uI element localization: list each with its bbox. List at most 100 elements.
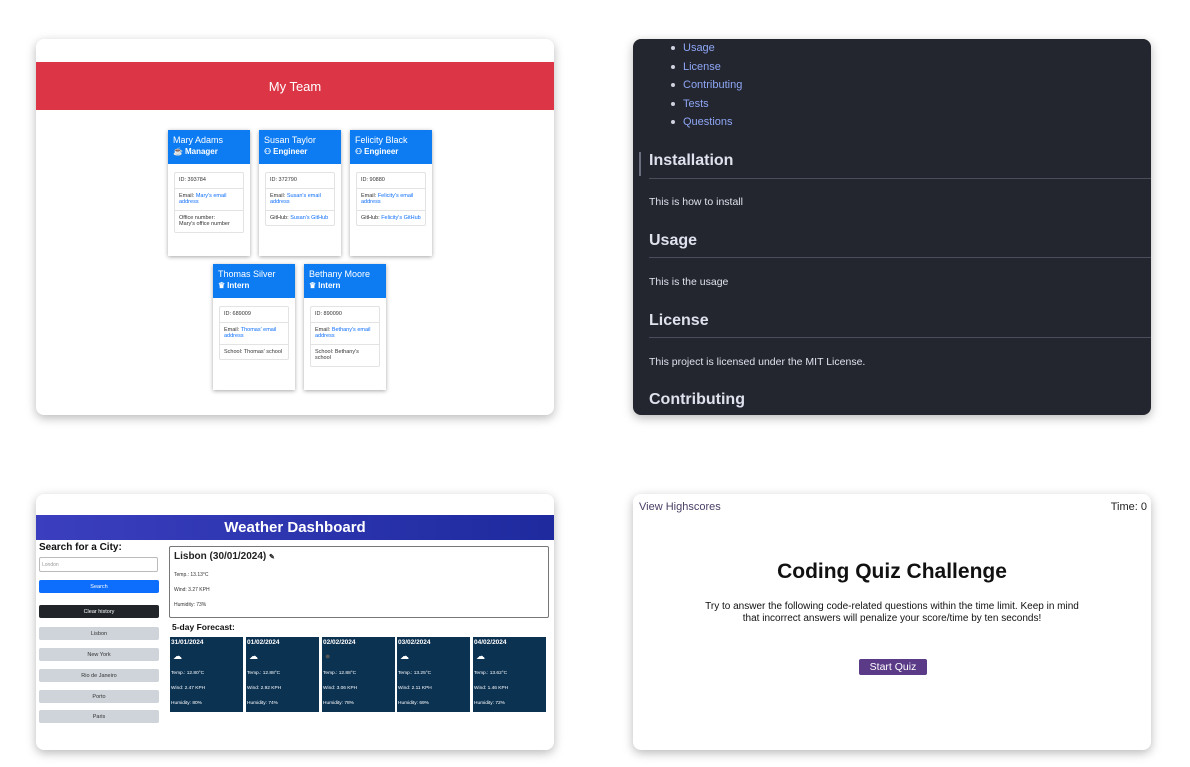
view-highscores-link[interactable]: View Highscores bbox=[639, 501, 721, 513]
forecast-temp: Temp.: 12.80°C bbox=[171, 671, 205, 676]
team-title: My Team bbox=[268, 78, 322, 94]
quiz-panel: View Highscores Time: 0 Coding Quiz Chal… bbox=[633, 494, 1151, 750]
employee-role: Intern bbox=[318, 281, 341, 290]
employee-id: ID: 689009 bbox=[220, 307, 288, 323]
forecast-humidity: Humidity: 69% bbox=[398, 701, 429, 706]
history-city-button[interactable]: Paris bbox=[39, 710, 159, 723]
toc-link[interactable]: Questions bbox=[669, 113, 742, 132]
forecast-wind: Wind: 2.47 KPH bbox=[171, 686, 206, 691]
current-weather: Lisbon (30/01/2024) ✎ Temp.: 13.13°C Win… bbox=[169, 546, 549, 618]
forecast-humidity: Humidity: 74% bbox=[247, 701, 278, 706]
email-label: Email: bbox=[361, 192, 377, 199]
forecast-date: 02/02/2024 bbox=[323, 639, 356, 646]
employee-name: Thomas Silver bbox=[218, 269, 276, 279]
cloud-icon: ☁ bbox=[173, 651, 182, 661]
current-city-title: Lisbon (30/01/2024) bbox=[174, 551, 267, 562]
forecast-temp: Temp.: 13.25°C bbox=[398, 671, 432, 676]
toc-link[interactable]: License bbox=[669, 58, 742, 77]
section-heading: Usage bbox=[649, 232, 698, 249]
clear-history-button[interactable]: Clear history bbox=[39, 605, 159, 618]
forecast-temp: Temp.: 12.88°C bbox=[247, 671, 281, 676]
forecast-humidity: Humidity: 80% bbox=[171, 701, 202, 706]
forecast-date: 04/02/2024 bbox=[474, 639, 507, 646]
cloud-icon: ☁ bbox=[400, 651, 409, 661]
employee-id: ID: 890090 bbox=[311, 307, 379, 323]
table-of-contents: Usage License Contributing Tests Questio… bbox=[669, 39, 742, 132]
office-number: Mary's office number bbox=[179, 221, 230, 227]
employee-role: Engineer bbox=[364, 147, 399, 156]
city-search-input[interactable]: London bbox=[39, 557, 158, 572]
divider bbox=[649, 337, 1151, 338]
employee-role: Engineer bbox=[273, 147, 308, 156]
section-text: This is the usage bbox=[649, 276, 729, 288]
search-label: Search for a City: bbox=[39, 542, 122, 553]
forecast-temp: Temp.: 13.62°C bbox=[474, 671, 508, 676]
toc-link[interactable]: Usage bbox=[669, 39, 742, 58]
email-label: Email: bbox=[315, 326, 331, 333]
employee-card: Susan Taylor ⚇ Engineer ID: 372790 Email:… bbox=[259, 130, 341, 256]
section-text: This project is licensed under the MIT L… bbox=[649, 356, 866, 368]
search-button[interactable]: Search bbox=[39, 580, 159, 593]
github-link[interactable]: Felicity's GitHub bbox=[381, 215, 421, 221]
school-label: School: bbox=[224, 348, 243, 355]
forecast-wind: Wind: 3.06 KPH bbox=[323, 686, 358, 691]
weather-title: Weather Dashboard bbox=[224, 519, 366, 536]
history-city-button[interactable]: New York bbox=[39, 648, 159, 661]
section-heading: Installation bbox=[649, 152, 734, 169]
github-link[interactable]: Susan's GitHub bbox=[290, 215, 328, 221]
current-wind: Wind: 3.27 KPH bbox=[174, 587, 210, 593]
school-name: Thomas' school bbox=[243, 348, 283, 355]
toc-link[interactable]: Tests bbox=[669, 95, 742, 114]
employee-id: ID: 393784 bbox=[175, 173, 243, 189]
employee-name: Felicity Black bbox=[355, 135, 408, 145]
forecast-date: 31/01/2024 bbox=[171, 639, 204, 646]
forecast-date: 01/02/2024 bbox=[247, 639, 280, 646]
github-label: GitHub: bbox=[270, 214, 289, 221]
employee-card: Felicity Black ⚇ Engineer ID: 90880 Email… bbox=[350, 130, 432, 256]
team-panel: My Team Mary Adams ☕ Manager ID: 393784 E… bbox=[36, 39, 554, 415]
forecast-label: 5-day Forecast: bbox=[172, 622, 235, 632]
history-city-button[interactable]: Lisbon bbox=[39, 627, 159, 640]
forecast-wind: Wind: 2.92 KPH bbox=[247, 686, 282, 691]
weather-condition-icon: ✎ bbox=[269, 554, 275, 561]
forecast-card: 02/02/2024 ● Temp.: 12.88°C Wind: 3.06 K… bbox=[322, 637, 395, 712]
graduate-icon: ♛ bbox=[309, 281, 317, 290]
employee-name: Bethany Moore bbox=[309, 269, 371, 279]
start-quiz-button[interactable]: Start Quiz bbox=[859, 659, 927, 675]
employee-id: ID: 372790 bbox=[266, 173, 334, 189]
employee-name: Mary Adams bbox=[173, 135, 224, 145]
timer: Time: 0 bbox=[1110, 501, 1147, 513]
forecast-card: 31/01/2024 ☁ Temp.: 12.80°C Wind: 2.47 K… bbox=[170, 637, 243, 712]
cloud-icon: ☁ bbox=[249, 651, 258, 661]
section-text: This is how to install bbox=[649, 196, 743, 208]
forecast-humidity: Humidity: 72% bbox=[474, 701, 505, 706]
weather-header: Weather Dashboard bbox=[36, 515, 554, 540]
email-label: Email: bbox=[270, 192, 286, 199]
history-city-button[interactable]: Rio de Janeiro bbox=[39, 669, 159, 682]
email-label: Email: bbox=[179, 192, 195, 199]
github-label: GitHub: bbox=[361, 214, 380, 221]
current-humidity: Humidity: 73% bbox=[174, 602, 207, 608]
employee-card: Bethany Moore ♛ Intern ID: 890090 Email: … bbox=[304, 264, 386, 390]
employee-role: Manager bbox=[184, 147, 218, 156]
quiz-description: Try to answer the following code-related… bbox=[705, 601, 1079, 624]
current-temp: Temp.: 13.13°C bbox=[174, 572, 209, 578]
team-header: My Team bbox=[36, 62, 554, 110]
forecast-humidity: Humidity: 78% bbox=[323, 701, 354, 706]
glasses-icon: ⚇ bbox=[355, 147, 363, 156]
office-label: Office number: bbox=[179, 214, 215, 221]
toc-link[interactable]: Contributing bbox=[669, 76, 742, 95]
divider bbox=[649, 257, 1151, 258]
email-label: Email: bbox=[224, 326, 240, 333]
forecast-card: 03/02/2024 ☁ Temp.: 13.25°C Wind: 2.11 K… bbox=[397, 637, 470, 712]
history-city-button[interactable]: Porto bbox=[39, 690, 159, 703]
forecast-wind: Wind: 2.11 KPH bbox=[398, 686, 432, 691]
coffee-icon: ☕ bbox=[173, 147, 183, 156]
employee-card: Thomas Silver ♛ Intern ID: 689009 Email: … bbox=[213, 264, 295, 390]
cloud-icon: ☁ bbox=[476, 651, 485, 661]
forecast-card: 01/02/2024 ☁ Temp.: 12.88°C Wind: 2.92 K… bbox=[246, 637, 319, 712]
quiz-title: Coding Quiz Challenge bbox=[777, 560, 1007, 583]
forecast-card: 04/02/2024 ☁ Temp.: 13.62°C Wind: 1.46 K… bbox=[473, 637, 546, 712]
employee-id: ID: 90880 bbox=[357, 173, 425, 189]
divider bbox=[649, 178, 1151, 179]
